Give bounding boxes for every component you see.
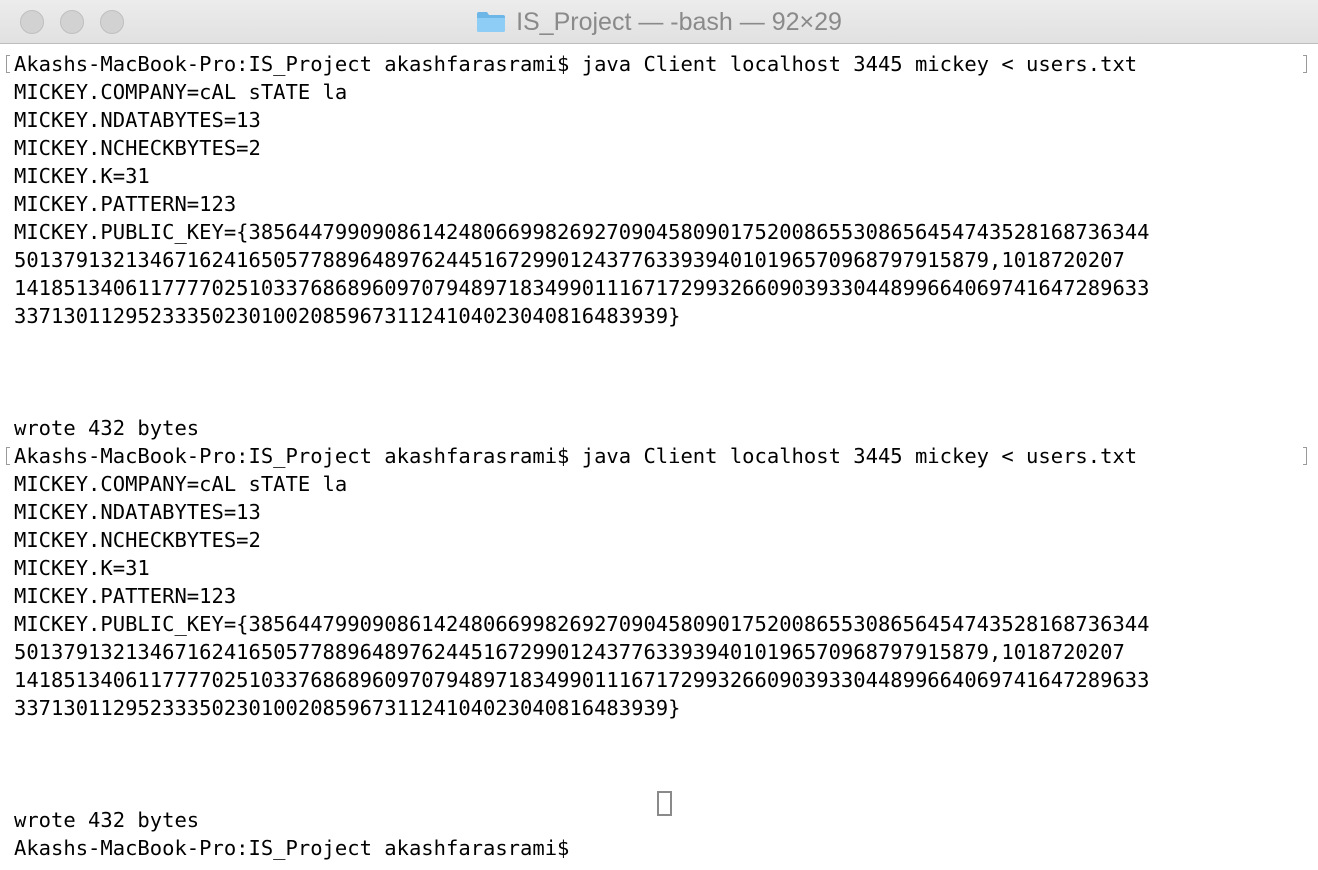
window-title-container: IS_Project — -bash — 92×29 xyxy=(0,0,1318,44)
prompt-marker-right xyxy=(1303,55,1307,73)
terminal-line: MICKEY.K=31 xyxy=(14,164,150,188)
folder-icon xyxy=(476,11,506,33)
terminal-line: MICKEY.NDATABYTES=13 xyxy=(14,500,261,524)
terminal-line: 3371301129523335023010020859673112410402… xyxy=(14,696,681,720)
terminal-line: MICKEY.PUBLIC_KEY={385644799090861424806… xyxy=(14,612,1150,636)
text-cursor xyxy=(657,791,672,816)
window-title: IS_Project — -bash — 92×29 xyxy=(516,7,842,36)
terminal-line: Akashs-MacBook-Pro:IS_Project akashfaras… xyxy=(14,444,1138,468)
terminal-line: 3371301129523335023010020859673112410402… xyxy=(14,304,681,328)
terminal-line: MICKEY.COMPANY=cAL sTATE la xyxy=(14,80,348,104)
terminal-line: MICKEY.COMPANY=cAL sTATE la xyxy=(14,472,348,496)
terminal-prompt-line: Akashs-MacBook-Pro:IS_Project akashfaras… xyxy=(14,836,582,860)
terminal-line: 5013791321346716241650577889648976244516… xyxy=(14,248,1125,272)
title-bar[interactable]: IS_Project — -bash — 92×29 xyxy=(0,0,1318,44)
terminal-line: MICKEY.NCHECKBYTES=2 xyxy=(14,136,261,160)
terminal-window: IS_Project — -bash — 92×29 Akashs-MacBoo… xyxy=(0,0,1318,870)
prompt-marker-left xyxy=(6,447,10,465)
terminal-line: wrote 432 bytes xyxy=(14,416,200,440)
terminal-line: MICKEY.NDATABYTES=13 xyxy=(14,108,261,132)
terminal-line: MICKEY.K=31 xyxy=(14,556,150,580)
terminal-line: 1418513406117777025103376868960970794897… xyxy=(14,668,1150,692)
terminal-output[interactable]: Akashs-MacBook-Pro:IS_Project akashfaras… xyxy=(0,44,1318,870)
terminal-line: MICKEY.PATTERN=123 xyxy=(14,584,237,608)
terminal-line: MICKEY.NCHECKBYTES=2 xyxy=(14,528,261,552)
prompt-marker-right xyxy=(1303,447,1307,465)
terminal-line: MICKEY.PUBLIC_KEY={385644799090861424806… xyxy=(14,220,1150,244)
terminal-line: MICKEY.PATTERN=123 xyxy=(14,192,237,216)
terminal-line: 1418513406117777025103376868960970794897… xyxy=(14,276,1150,300)
terminal-line: 5013791321346716241650577889648976244516… xyxy=(14,640,1125,664)
terminal-line: Akashs-MacBook-Pro:IS_Project akashfaras… xyxy=(14,52,1138,76)
prompt-marker-left xyxy=(6,55,10,73)
terminal-line: wrote 432 bytes xyxy=(14,808,200,832)
scrollbar[interactable] xyxy=(1310,44,1318,870)
